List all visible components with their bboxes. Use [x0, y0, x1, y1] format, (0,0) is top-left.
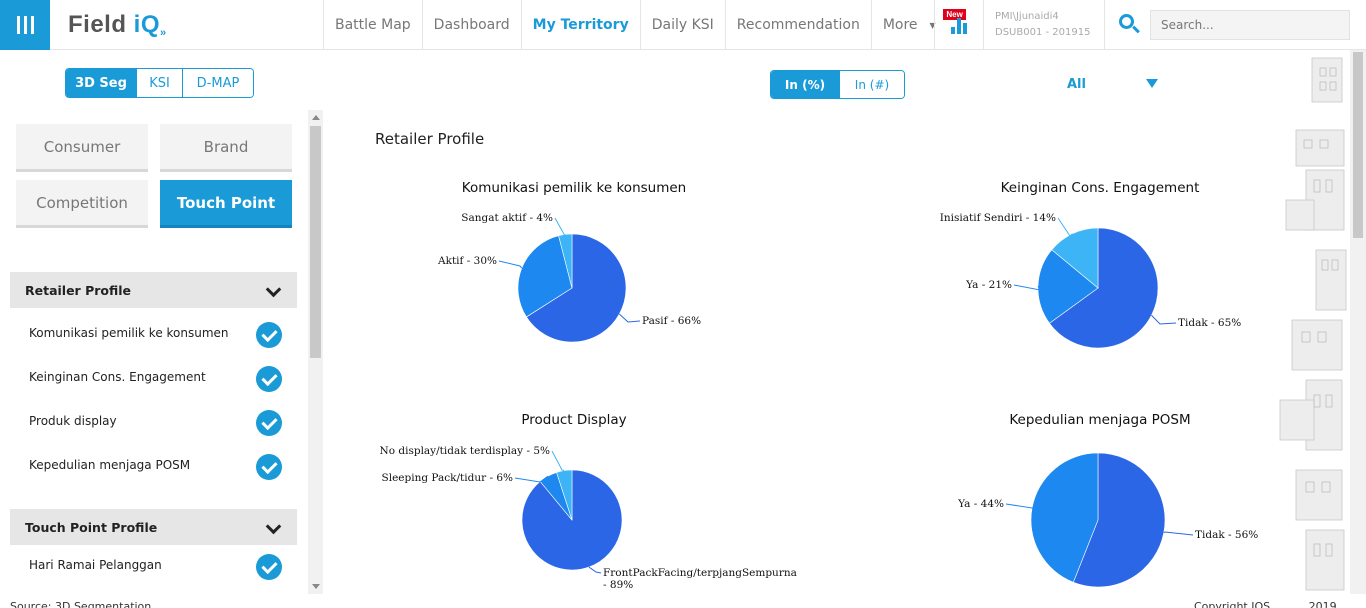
bar-chart-icon[interactable] [934, 0, 984, 50]
check-icon[interactable] [256, 322, 282, 348]
view-toggle: 3D Seg KSI D-MAP [65, 68, 254, 98]
category-touch-point[interactable]: Touch Point [160, 180, 292, 228]
pie-charts: Pasif - 66% Aktif - 30% Sangat aktif - 4% T… [380, 212, 1259, 591]
toggle-percent[interactable]: In (%) [771, 71, 839, 98]
toggle-count[interactable]: In (#) [839, 71, 904, 98]
logo-suffix: » [160, 27, 167, 39]
pie-label-keinginan-2: Inisiatif Sendiri - 14% [940, 212, 1056, 224]
logo-accent: iQ [133, 11, 161, 38]
logo-text: Field [68, 11, 134, 38]
nav-more-label: More [882, 17, 918, 33]
pie-label-kepedulian-0: Tidak - 56% [1195, 529, 1258, 541]
footer-copyright: Copyright IQS ......... 2019 [1194, 600, 1337, 608]
sidebar-item-produk-display[interactable]: Produk display [29, 408, 289, 434]
section-header-retailer-profile[interactable]: Retailer Profile [10, 272, 297, 308]
user-name: PMI\Jjunaidi4 [995, 11, 1059, 22]
sidebar-scrollbar[interactable] [308, 110, 323, 594]
section-title: Retailer Profile [25, 282, 132, 298]
scrollbar-thumb[interactable] [1353, 52, 1363, 238]
menu-icon[interactable] [0, 0, 50, 50]
pie-label-komunikasi-1: Aktif - 30% [437, 255, 497, 267]
top-bar: Field iQ» Battle Map Dashboard My Territ… [0, 0, 1366, 50]
sidebar-item-keinginan[interactable]: Keinginan Cons. Engagement [29, 364, 289, 390]
toggle-3d-seg[interactable]: 3D Seg [66, 69, 136, 97]
nav-my-territory[interactable]: My Territory [520, 0, 640, 50]
section-title: Touch Point Profile [25, 519, 158, 535]
leader-line-keinginan-2 [1057, 217, 1073, 237]
leader-line-komunikasi-0 [618, 313, 641, 323]
leader-line-kepedulian-1 [1005, 503, 1033, 509]
toggle-ksi[interactable]: KSI [136, 69, 182, 97]
nav-dashboard[interactable]: Dashboard [421, 0, 521, 50]
scroll-up-icon[interactable] [312, 115, 320, 120]
nav-recommendation[interactable]: Recommendation [724, 0, 871, 50]
sidebar-item-kepedulian[interactable]: Kepedulian menjaga POSM [29, 452, 289, 478]
pie-label-komunikasi-2: Sangat aktif - 4% [461, 212, 553, 224]
unit-toggle: In (%) In (#) [770, 70, 905, 99]
decorative-buildings-image [1279, 57, 1347, 591]
footer-source: Source: 3D Segmentation [10, 600, 152, 608]
pie-label-kepedulian-1: Ya - 44% [957, 498, 1004, 510]
check-icon[interactable] [256, 454, 282, 480]
user-info: PMI\Jjunaidi4 DSUB001 - 201915 [995, 9, 1090, 41]
page-title: Retailer Profile [375, 130, 485, 148]
toggle-d-map[interactable]: D-MAP [182, 69, 253, 97]
leader-line-komunikasi-1 [498, 260, 523, 269]
filter-select[interactable]: All [1067, 77, 1086, 92]
search-input[interactable] [1150, 10, 1350, 40]
scrollbar-thumb[interactable] [310, 126, 321, 358]
pie-label-komunikasi-0: Pasif - 66% [642, 315, 701, 327]
sidebar-item-komunikasi[interactable]: Komunikasi pemilik ke konsumen [29, 320, 289, 346]
check-icon[interactable] [256, 554, 282, 580]
user-code: DSUB001 - 201915 [995, 27, 1091, 38]
page-scrollbar[interactable] [1350, 50, 1366, 594]
sidebar: Consumer Brand Competition Touch Point R… [0, 110, 308, 594]
footer: Source: 3D Segmentation Copyright IQS ..… [0, 594, 1366, 608]
check-icon[interactable] [256, 366, 282, 392]
chevron-down-icon[interactable] [1146, 79, 1158, 88]
leader-line-kepedulian-0 [1163, 531, 1194, 536]
pie-label-product-display-2: No display/tidak terdisplay - 5% [380, 445, 550, 457]
sidebar-item-hari-ramai[interactable]: Hari Ramai Pelanggan [29, 552, 289, 578]
pie-label-keinginan-0: Tidak - 65% [1178, 317, 1241, 329]
nav-daily-ksi[interactable]: Daily KSI [639, 0, 725, 50]
pie-label-product-display-0: FrontPackFacing/terpjangSempurna - 89% [603, 567, 797, 591]
scroll-down-icon[interactable] [312, 584, 320, 589]
check-icon[interactable] [256, 410, 282, 436]
pie-label-product-display-1: Sleeping Pack/tidur - 6% [382, 472, 513, 484]
category-brand[interactable]: Brand [160, 124, 292, 172]
leader-line-keinginan-1 [1013, 284, 1041, 291]
chevron-down-icon [265, 518, 282, 535]
nav-battle-map[interactable]: Battle Map [323, 0, 422, 50]
app-logo[interactable]: Field iQ» [68, 11, 167, 39]
category-consumer[interactable]: Consumer [16, 124, 148, 172]
chevron-down-icon [265, 281, 282, 298]
search-icon[interactable] [1104, 0, 1150, 50]
leader-line-komunikasi-2 [554, 217, 566, 238]
main-nav: Battle Map Dashboard My Territory Daily … [323, 0, 983, 50]
category-competition[interactable]: Competition [16, 180, 148, 228]
pie-label-keinginan-1: Ya - 21% [965, 279, 1012, 291]
section-header-touch-point-profile[interactable]: Touch Point Profile [10, 509, 297, 545]
leader-line-product-display-2 [551, 450, 565, 472]
leader-line-product-display-0 [588, 566, 602, 574]
leader-line-keinginan-0 [1151, 314, 1177, 325]
